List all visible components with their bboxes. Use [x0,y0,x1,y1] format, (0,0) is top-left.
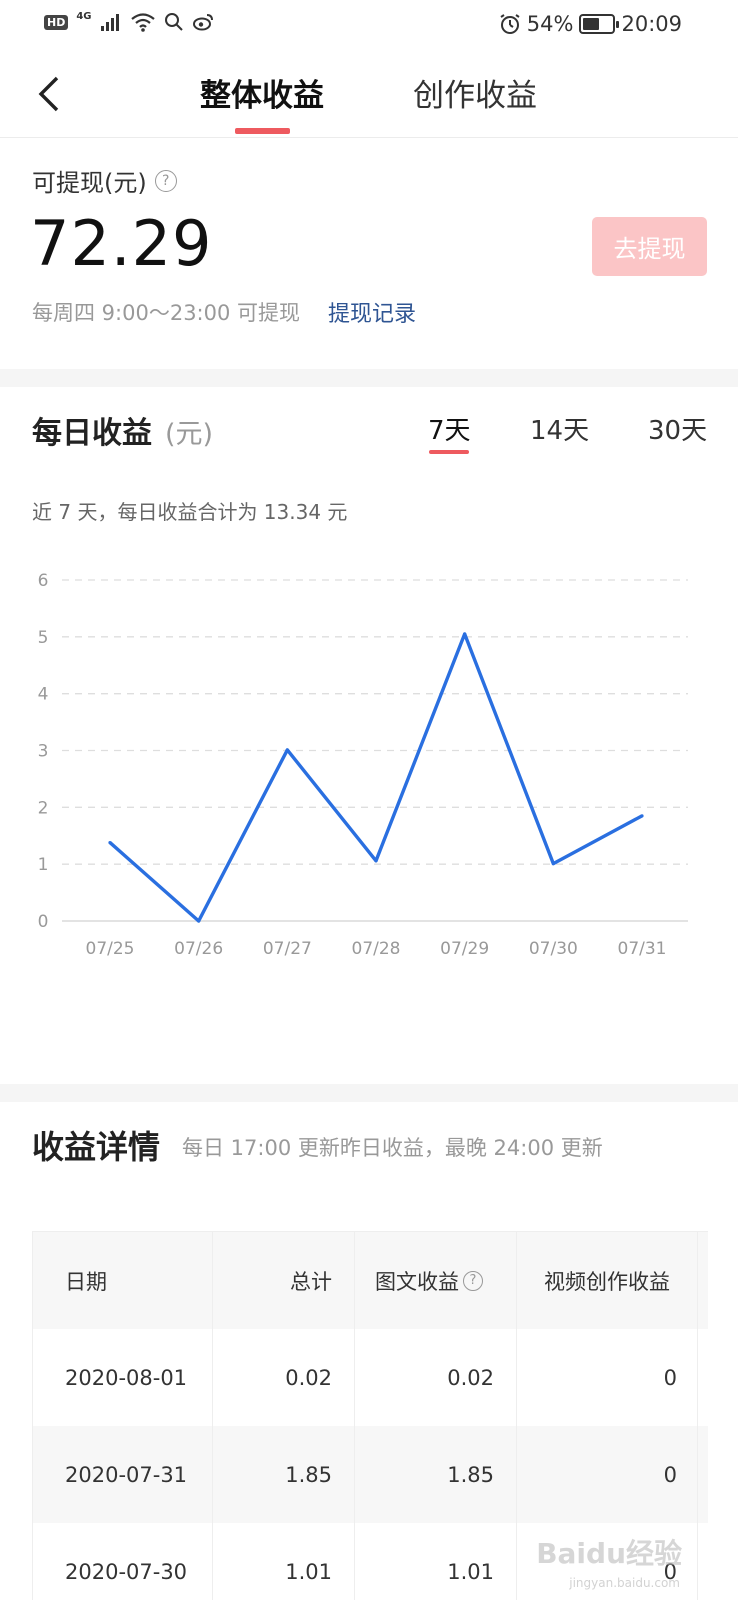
y-tick-label: 0 [38,912,49,932]
y-tick-label: 5 [38,628,49,648]
clock: 20:09 [621,12,682,36]
top-nav: 整体收益 创作收益 [0,52,738,138]
section-divider [0,1084,738,1102]
y-tick-label: 4 [38,685,49,705]
x-tick-label: 07/27 [263,939,312,959]
withdrawable-amount: 72.29 [30,207,213,280]
daily-summary: 近 7 天，每日收益合计为 13.34 元 [32,500,348,524]
status-left: HD 4G [44,10,214,32]
y-tick-label: 6 [38,571,49,591]
alarm-icon [500,14,520,34]
data-point[interactable] [463,632,467,636]
row-date: 2020-08-01 [33,1329,213,1426]
battery-icon [579,14,620,34]
column-header-total: 总计 [213,1232,355,1329]
watermark: Baidu经验 [536,1537,682,1570]
hd-icon: HD [44,14,69,30]
battery-fill [583,18,599,30]
column-header-article: 图文收益 ? [355,1232,517,1329]
row-date: 2020-07-31 [33,1426,213,1523]
x-tick-label: 07/30 [529,939,578,959]
withdraw-history-link[interactable]: 提现记录 [328,296,416,328]
withdraw-button[interactable]: 去提现 [592,217,707,276]
daily-earnings-unit: (元) [165,419,214,450]
tab-overall-earnings[interactable]: 整体收益 [200,70,324,118]
row-video: 0 [517,1426,698,1523]
y-tick-label: 2 [38,798,49,818]
chevron-left-icon [38,76,59,112]
column-header-article-label: 图文收益 [375,1269,459,1294]
back-button[interactable] [28,74,68,114]
table-row[interactable]: 2020-08-01 0.02 0.02 0 [33,1329,708,1426]
withdraw-schedule: 每周四 9:00～23:00 可提现 [32,301,301,325]
row-article: 1.85 [355,1426,517,1523]
row-video: 0 [517,1329,698,1426]
data-point[interactable] [640,814,644,818]
row-total: 0.02 [213,1329,355,1426]
data-point[interactable] [374,859,378,863]
network-type: 4G [76,10,92,22]
details-update-note: 每日 17:00 更新昨日收益，最晚 24:00 更新 [182,1136,603,1160]
x-tick-label: 07/26 [174,939,223,959]
x-tick-label: 07/29 [440,939,489,959]
active-tab-indicator [235,128,290,134]
help-icon[interactable]: ? [154,169,177,192]
range-tab-30d[interactable]: 30天 [648,410,707,447]
daily-earnings-section: 每日收益 (元) 7天 14天 30天 近 7 天，每日收益合计为 13.34 … [0,388,738,1084]
status-right: 54% 20:09 [499,12,682,36]
earnings-details-section: 收益详情 每日 17:00 更新昨日收益，最晚 24:00 更新 日期 总计 图… [0,1102,738,1600]
range-tab-14d[interactable]: 14天 [530,410,589,447]
balance-section: 可提现(元) ? 72.29 去提现 每周四 9:00～23:00 可提现 提现… [0,139,738,369]
data-point[interactable] [197,919,201,923]
weibo-icon [192,14,213,31]
table-header-row: 日期 总计 图文收益 ? 视频创作收益 [33,1232,708,1329]
row-article: 0.02 [355,1329,517,1426]
section-divider [0,369,738,387]
row-date: 2020-07-30 [33,1523,213,1600]
x-tick-label: 07/25 [86,939,135,959]
battery-percent: 54% [526,12,574,36]
withdrawable-label-row: 可提现(元) ? [32,163,177,198]
details-title: 收益详情 [32,1128,161,1166]
daily-earnings-title: 每日收益 [32,416,152,451]
row-article: 1.01 [355,1523,517,1600]
watermark-url: jingyan.baidu.com [569,1576,680,1590]
withdrawable-label: 可提现(元) [32,169,147,197]
signal-icon [100,14,119,31]
search-icon [164,13,183,31]
x-tick-label: 07/31 [618,939,667,959]
data-point[interactable] [551,861,555,866]
tab-creation-earnings[interactable]: 创作收益 [413,70,537,118]
daily-earnings-chart: 0 1 2 3 4 5 6 07/25 07/26 07/27 07/28 07/29 07/30 07/… [38,571,688,959]
active-range-indicator [429,450,469,454]
data-point[interactable] [285,748,289,752]
daily-earnings-line [108,632,643,923]
x-tick-label: 07/28 [352,939,401,959]
wifi-icon [130,13,155,32]
status-bar: HD 4G 54% 20:09 [0,0,738,52]
column-header-video: 视频创作收益 [517,1232,698,1329]
data-point[interactable] [108,840,112,845]
y-tick-label: 1 [38,855,49,875]
row-total: 1.85 [213,1426,355,1523]
table-row[interactable]: 2020-07-31 1.85 1.85 0 [33,1426,708,1523]
row-total: 1.01 [213,1523,355,1600]
column-header-date: 日期 [33,1232,213,1329]
range-tab-7d[interactable]: 7天 [428,410,471,447]
help-icon[interactable]: ? [463,1270,483,1291]
y-tick-label: 3 [38,742,49,762]
